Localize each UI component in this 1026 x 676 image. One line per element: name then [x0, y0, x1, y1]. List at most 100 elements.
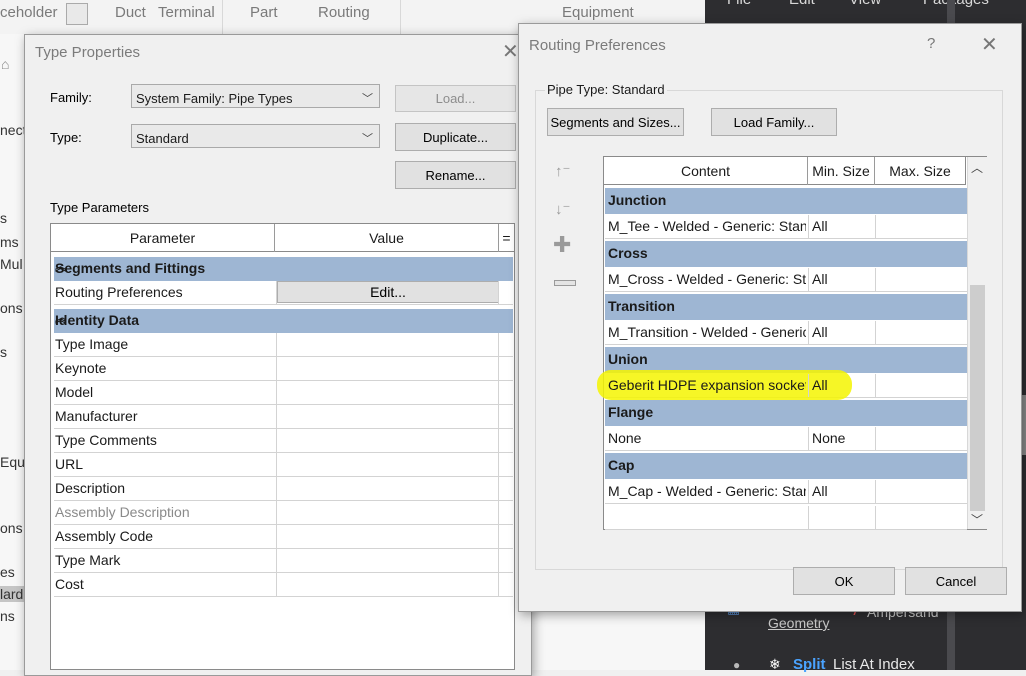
- max-size-cell[interactable]: [875, 268, 967, 291]
- load-family-button[interactable]: Load Family...: [711, 108, 837, 136]
- param-equals-cell[interactable]: [498, 333, 513, 356]
- menu-file[interactable]: File: [727, 0, 751, 8]
- max-size-cell[interactable]: [875, 215, 967, 238]
- column-header-content[interactable]: Content: [604, 157, 808, 185]
- menu-packages[interactable]: Packages: [923, 0, 989, 8]
- ribbon-tool-icon[interactable]: [66, 3, 88, 25]
- fitting-content-cell[interactable]: M_Cross - Welded - Generic: Standard: [608, 271, 806, 287]
- table-row[interactable]: M_Cross - Welded - Generic: StandardAll: [605, 268, 967, 292]
- param-value[interactable]: [276, 501, 500, 524]
- param-value[interactable]: [276, 405, 500, 428]
- min-size-cell[interactable]: None: [808, 427, 875, 450]
- param-equals-cell[interactable]: [498, 549, 513, 572]
- column-header-min-size[interactable]: Min. Size: [808, 157, 875, 185]
- max-size-cell[interactable]: [875, 374, 967, 397]
- max-size-cell[interactable]: [875, 480, 967, 503]
- param-equals-cell[interactable]: [498, 525, 513, 548]
- collapse-icon[interactable]: ︽: [55, 258, 508, 274]
- fitting-content-cell[interactable]: None: [608, 430, 806, 446]
- param-equals-cell[interactable]: [498, 357, 513, 380]
- column-header-value[interactable]: Value: [275, 224, 499, 252]
- table-row[interactable]: Geberit HDPE expansion socket All: [597, 370, 967, 400]
- min-size-cell[interactable]: [808, 506, 875, 529]
- browser-item[interactable]: ms: [0, 234, 24, 250]
- menu-edit[interactable]: Edit: [789, 0, 815, 8]
- max-size-cell[interactable]: [875, 321, 967, 344]
- vertical-scrollbar[interactable]: ︿ ﹀: [967, 157, 987, 529]
- browser-item[interactable]: es: [0, 564, 24, 580]
- browser-item[interactable]: Mul: [0, 256, 24, 272]
- load-button[interactable]: Load...: [395, 85, 516, 112]
- browser-item[interactable]: Equi: [0, 454, 24, 470]
- browser-item-selected[interactable]: lard: [0, 586, 24, 602]
- min-size-cell[interactable]: All: [808, 215, 875, 238]
- min-size-cell[interactable]: All: [808, 374, 875, 397]
- column-header-max-size[interactable]: Max. Size: [875, 157, 966, 185]
- column-header-parameter[interactable]: Parameter: [51, 224, 275, 252]
- table-row[interactable]: None None: [605, 427, 967, 451]
- table-row[interactable]: Model: [54, 381, 513, 405]
- table-row[interactable]: Description: [54, 477, 513, 501]
- max-size-cell[interactable]: [875, 506, 967, 529]
- table-row[interactable]: Assembly Code: [54, 525, 513, 549]
- empty-row[interactable]: [605, 506, 967, 530]
- param-value[interactable]: [276, 477, 500, 500]
- close-icon[interactable]: ✕: [981, 32, 998, 57]
- param-value[interactable]: [276, 429, 500, 452]
- param-value[interactable]: [276, 549, 500, 572]
- table-row[interactable]: Keynote: [54, 357, 513, 381]
- browser-item[interactable]: nect: [0, 122, 24, 138]
- table-row[interactable]: Type Comments: [54, 429, 513, 453]
- close-icon[interactable]: ✕: [502, 39, 519, 64]
- column-header-equals[interactable]: =: [499, 224, 514, 252]
- param-equals-cell[interactable]: [498, 477, 513, 500]
- table-row[interactable]: URL: [54, 453, 513, 477]
- min-size-cell[interactable]: All: [808, 480, 875, 503]
- param-equals-cell[interactable]: [498, 429, 513, 452]
- table-row[interactable]: Type Mark: [54, 549, 513, 573]
- collapse-icon[interactable]: ︽: [55, 310, 508, 326]
- table-row[interactable]: Type Image: [54, 333, 513, 357]
- add-row-icon[interactable]: ✚: [553, 232, 571, 258]
- scroll-thumb[interactable]: [970, 285, 985, 511]
- param-value[interactable]: [276, 453, 500, 476]
- param-value[interactable]: [276, 333, 500, 356]
- ribbon-tab-part[interactable]: Part: [250, 4, 278, 21]
- ribbon-tab-routing[interactable]: Routing: [318, 4, 370, 21]
- browser-item[interactable]: ons: [0, 300, 24, 316]
- table-row[interactable]: M_Tee - Welded - Generic: StandardAll: [605, 215, 967, 239]
- move-up-icon[interactable]: ↑⁻: [555, 162, 570, 180]
- chevron-up-icon[interactable]: ︿: [971, 159, 983, 176]
- table-row[interactable]: M_Cap - Welded - Generic: StandardAll: [605, 480, 967, 504]
- chevron-down-icon[interactable]: ﹀: [971, 511, 983, 528]
- param-equals-cell[interactable]: [498, 405, 513, 428]
- ribbon-tab-terminal[interactable]: Terminal: [158, 4, 215, 21]
- browser-item[interactable]: ons: [0, 520, 24, 536]
- fitting-content-cell[interactable]: M_Transition - Welded - Generic: Standar…: [608, 324, 806, 340]
- max-size-cell[interactable]: [875, 427, 967, 450]
- browser-item[interactable]: ns: [0, 608, 24, 624]
- ok-button[interactable]: OK: [793, 567, 895, 595]
- browser-item[interactable]: s: [0, 210, 24, 226]
- duplicate-button[interactable]: Duplicate...: [395, 123, 516, 151]
- move-down-icon[interactable]: ↓⁻: [555, 200, 570, 218]
- param-value[interactable]: [276, 573, 500, 596]
- fitting-content-cell[interactable]: M_Tee - Welded - Generic: Standard: [608, 218, 806, 234]
- fitting-content-cell[interactable]: Geberit HDPE expansion socket: [608, 377, 806, 393]
- table-row[interactable]: Cost: [54, 573, 513, 597]
- param-equals-cell[interactable]: [498, 501, 513, 524]
- group-identity-data[interactable]: Identity Data ︽: [54, 309, 513, 333]
- family-select[interactable]: System Family: Pipe Types ﹀: [131, 84, 380, 108]
- table-row[interactable]: Manufacturer: [54, 405, 513, 429]
- param-equals-cell[interactable]: [498, 453, 513, 476]
- table-row[interactable]: M_Transition - Welded - Generic: Standar…: [605, 321, 967, 345]
- type-select[interactable]: Standard ﹀: [131, 124, 380, 148]
- segments-and-sizes-button[interactable]: Segments and Sizes...: [547, 108, 684, 136]
- rename-button[interactable]: Rename...: [395, 161, 516, 189]
- param-equals-cell[interactable]: [498, 381, 513, 404]
- routing-edit-button[interactable]: Edit...: [277, 281, 499, 303]
- tool-icon[interactable]: ⌂: [1, 56, 9, 72]
- group-segments-and-fittings[interactable]: Segments and Fittings ︽: [54, 257, 513, 281]
- param-value[interactable]: [276, 357, 500, 380]
- ribbon-tab-equipment[interactable]: Equipment: [562, 4, 634, 21]
